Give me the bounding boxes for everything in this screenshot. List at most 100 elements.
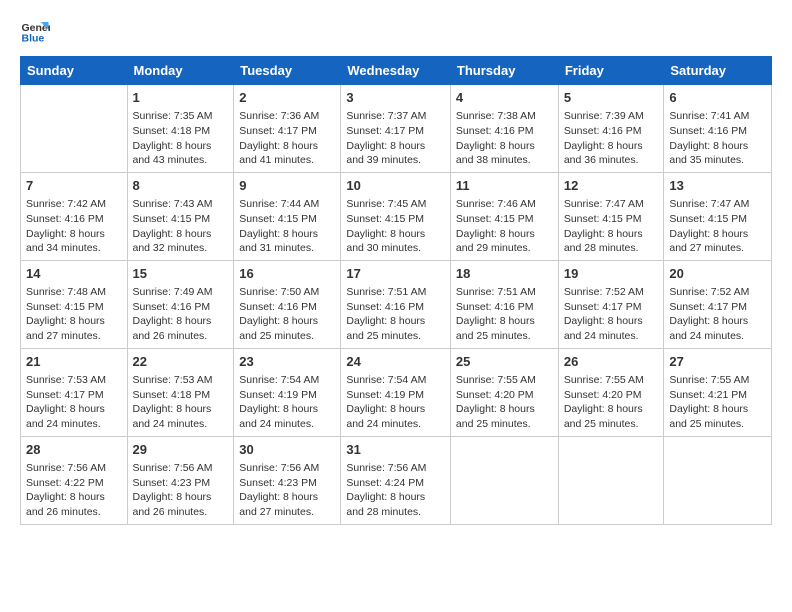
calendar-cell (558, 436, 664, 524)
day-info: Sunset: 4:15 PM (456, 212, 553, 227)
calendar-cell (450, 436, 558, 524)
day-info: Sunrise: 7:50 AM (239, 285, 335, 300)
day-info: Daylight: 8 hours (26, 490, 122, 505)
day-info: Daylight: 8 hours (133, 227, 229, 242)
day-info: and 24 minutes. (346, 417, 445, 432)
day-number: 2 (239, 89, 335, 107)
calendar-cell: 4Sunrise: 7:38 AMSunset: 4:16 PMDaylight… (450, 85, 558, 173)
calendar-table: SundayMondayTuesdayWednesdayThursdayFrid… (20, 56, 772, 525)
day-info: and 24 minutes. (239, 417, 335, 432)
calendar-cell: 2Sunrise: 7:36 AMSunset: 4:17 PMDaylight… (234, 85, 341, 173)
day-info: Sunrise: 7:51 AM (456, 285, 553, 300)
day-info: and 27 minutes. (26, 329, 122, 344)
day-info: Sunset: 4:23 PM (133, 476, 229, 491)
day-info: Sunrise: 7:52 AM (669, 285, 766, 300)
day-info: and 24 minutes. (26, 417, 122, 432)
day-info: Daylight: 8 hours (346, 139, 445, 154)
calendar-week-2: 7Sunrise: 7:42 AMSunset: 4:16 PMDaylight… (21, 172, 772, 260)
day-info: Daylight: 8 hours (456, 139, 553, 154)
day-info: Sunset: 4:15 PM (133, 212, 229, 227)
day-info: Sunrise: 7:53 AM (133, 373, 229, 388)
day-info: Sunset: 4:15 PM (239, 212, 335, 227)
day-info: and 41 minutes. (239, 153, 335, 168)
day-info: and 36 minutes. (564, 153, 659, 168)
day-info: Sunset: 4:24 PM (346, 476, 445, 491)
day-number: 28 (26, 441, 122, 459)
day-info: and 24 minutes. (133, 417, 229, 432)
day-info: Sunrise: 7:52 AM (564, 285, 659, 300)
header: General Blue (20, 16, 772, 46)
day-info: and 25 minutes. (239, 329, 335, 344)
day-info: Sunrise: 7:48 AM (26, 285, 122, 300)
day-info: Sunset: 4:20 PM (564, 388, 659, 403)
calendar-cell: 7Sunrise: 7:42 AMSunset: 4:16 PMDaylight… (21, 172, 128, 260)
day-info: and 25 minutes. (346, 329, 445, 344)
day-info: Sunrise: 7:49 AM (133, 285, 229, 300)
day-info: Sunset: 4:23 PM (239, 476, 335, 491)
calendar-week-4: 21Sunrise: 7:53 AMSunset: 4:17 PMDayligh… (21, 348, 772, 436)
day-info: Sunset: 4:16 PM (456, 124, 553, 139)
day-info: Sunset: 4:18 PM (133, 124, 229, 139)
day-info: and 34 minutes. (26, 241, 122, 256)
day-number: 30 (239, 441, 335, 459)
day-number: 13 (669, 177, 766, 195)
day-number: 10 (346, 177, 445, 195)
calendar-cell: 14Sunrise: 7:48 AMSunset: 4:15 PMDayligh… (21, 260, 128, 348)
logo-icon: General Blue (20, 16, 50, 46)
calendar-week-5: 28 Sunrise: 7:56 AM Sunset: 4:22 PMDayligh… (21, 436, 772, 524)
calendar-header-row: SundayMondayTuesdayWednesdayThursdayFrid… (21, 57, 772, 85)
day-info: Sunset: 4:17 PM (239, 124, 335, 139)
day-info: and 35 minutes. (669, 153, 766, 168)
day-info: Daylight: 8 hours (669, 139, 766, 154)
day-info: and 24 minutes. (669, 329, 766, 344)
calendar-cell: 21Sunrise: 7:53 AMSunset: 4:17 PMDayligh… (21, 348, 128, 436)
day-info: Daylight: 8 hours (26, 227, 122, 242)
day-info: Daylight: 8 hours (669, 227, 766, 242)
day-info: and 39 minutes. (346, 153, 445, 168)
day-info: and 29 minutes. (456, 241, 553, 256)
calendar-cell: 24Sunrise: 7:54 AMSunset: 4:19 PMDayligh… (341, 348, 451, 436)
header-day-wednesday: Wednesday (341, 57, 451, 85)
day-info: Sunset: 4:16 PM (456, 300, 553, 315)
day-info: Sunset: 4:15 PM (26, 300, 122, 315)
day-info: and 25 minutes. (669, 417, 766, 432)
day-number: 22 (133, 353, 229, 371)
day-number: 12 (564, 177, 659, 195)
day-info: Sunrise: 7:56 AM (133, 461, 229, 476)
calendar-cell: 30Sunrise: 7:56 AMSunset: 4:23 PMDayligh… (234, 436, 341, 524)
calendar-cell: 26Sunrise: 7:55 AMSunset: 4:20 PMDayligh… (558, 348, 664, 436)
day-number: 31 (346, 441, 445, 459)
day-number: 8 (133, 177, 229, 195)
calendar-cell: 20Sunrise: 7:52 AMSunset: 4:17 PMDayligh… (664, 260, 772, 348)
day-info: Sunset: 4:22 PM (26, 476, 122, 491)
day-info: Sunrise: 7:54 AM (239, 373, 335, 388)
day-info: Sunrise: 7:55 AM (564, 373, 659, 388)
day-info: Sunrise: 7:55 AM (456, 373, 553, 388)
day-info: Sunset: 4:18 PM (133, 388, 229, 403)
header-day-saturday: Saturday (664, 57, 772, 85)
calendar-cell: 18Sunrise: 7:51 AMSunset: 4:16 PMDayligh… (450, 260, 558, 348)
day-number: 17 (346, 265, 445, 283)
day-info: and 24 minutes. (564, 329, 659, 344)
day-info: Sunrise: 7:56 AM (346, 461, 445, 476)
calendar-cell: 5Sunrise: 7:39 AMSunset: 4:16 PMDaylight… (558, 85, 664, 173)
svg-text:Blue: Blue (22, 33, 45, 45)
day-number: 1 (133, 89, 229, 107)
day-number: 15 (133, 265, 229, 283)
header-day-monday: Monday (127, 57, 234, 85)
day-info: Sunset: 4:16 PM (26, 212, 122, 227)
day-info: Sunset: 4:17 PM (564, 300, 659, 315)
day-info: Daylight: 8 hours (26, 314, 122, 329)
calendar-cell: 28Sunrise: 7:56 AMSunset: 4:22 PMDayligh… (21, 436, 128, 524)
day-info: Sunset: 4:16 PM (564, 124, 659, 139)
day-number: 11 (456, 177, 553, 195)
calendar-cell: 23Sunrise: 7:54 AMSunset: 4:19 PMDayligh… (234, 348, 341, 436)
day-info: Daylight: 8 hours (564, 139, 659, 154)
day-info: and 25 minutes. (456, 329, 553, 344)
day-number: 6 (669, 89, 766, 107)
day-info: Daylight: 8 hours (456, 227, 553, 242)
day-info: Sunrise: 7:47 AM (669, 197, 766, 212)
day-info: Sunrise: 7:42 AM (26, 197, 122, 212)
day-info: Sunrise: 7:39 AM (564, 109, 659, 124)
day-info: Sunrise: 7:43 AM (133, 197, 229, 212)
